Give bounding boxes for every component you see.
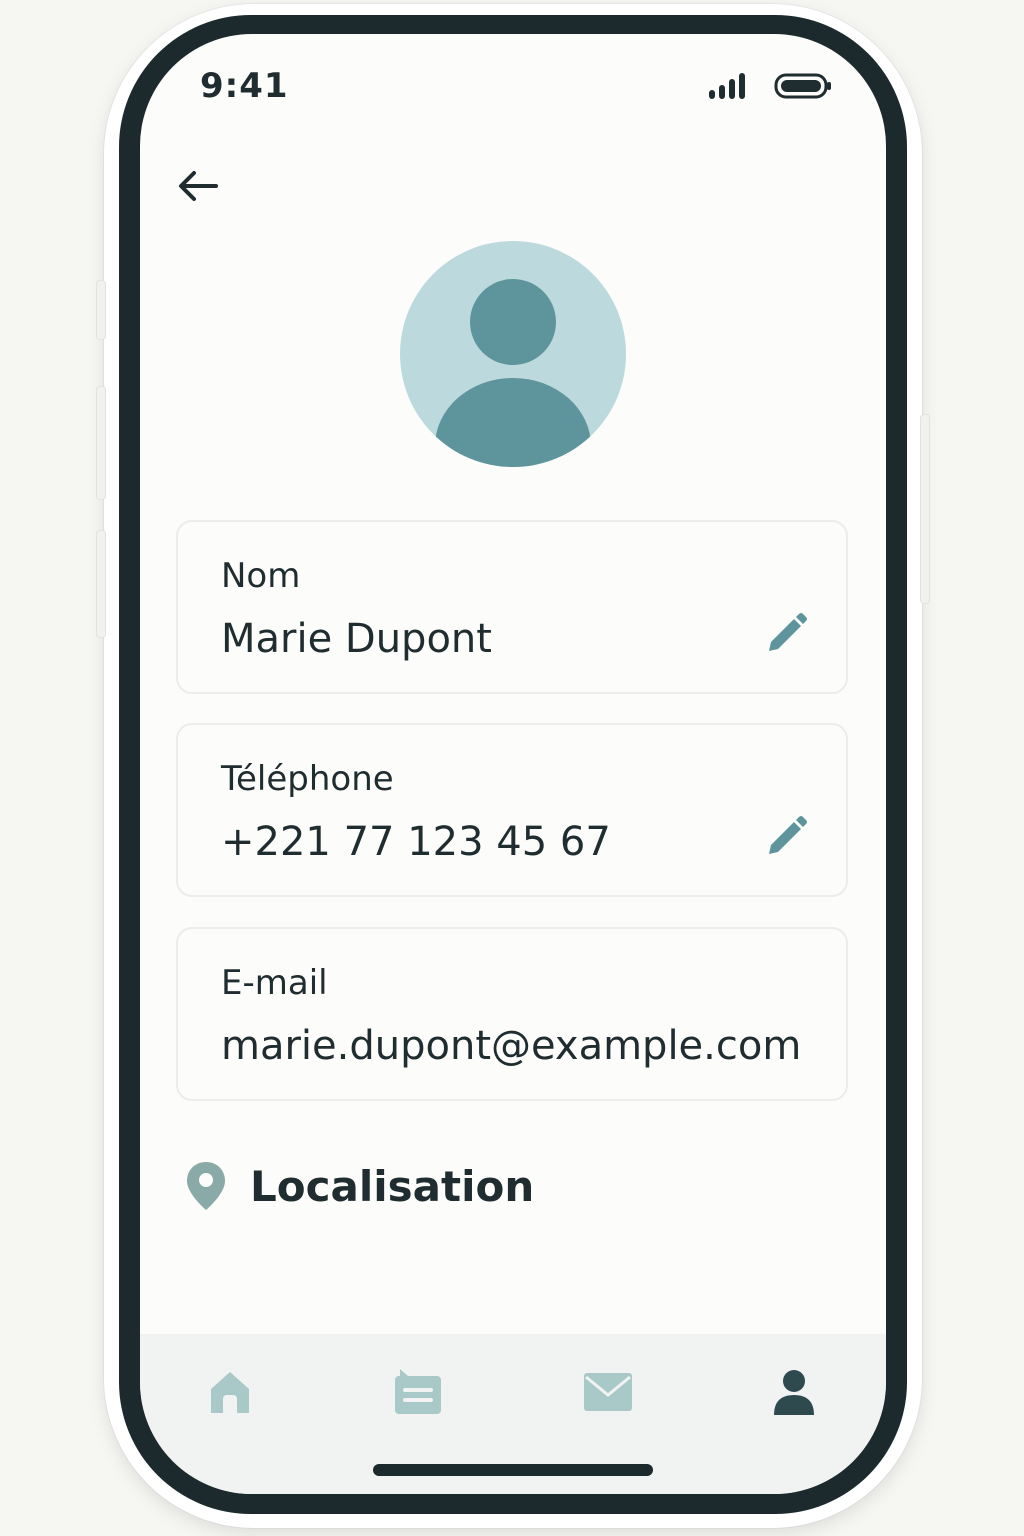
messages-icon: [395, 1369, 441, 1414]
arrow-left-icon: [179, 171, 218, 201]
map-pin-icon: [187, 1162, 225, 1210]
screen: 9:41 Nom Marie Dupont Téléphone +221 77 …: [140, 34, 886, 1494]
location-row[interactable]: Localisation: [184, 1160, 534, 1212]
name-label: Nom: [221, 556, 301, 596]
power-button: [920, 414, 930, 604]
home-icon: [211, 1372, 249, 1413]
phone-field-card: Téléphone +221 77 123 45 67: [176, 723, 848, 897]
status-time: 9:41: [200, 66, 289, 106]
email-label: E-mail: [221, 963, 328, 1003]
nav-messages[interactable]: [388, 1362, 448, 1422]
pencil-icon: [769, 613, 807, 651]
phone-value: +221 77 123 45 67: [221, 819, 611, 865]
volume-up-button: [96, 386, 106, 500]
nav-profile[interactable]: [764, 1362, 824, 1422]
email-field-card: E-mail marie.dupont@example.com: [176, 927, 848, 1101]
edit-phone-button[interactable]: [762, 811, 812, 861]
mute-switch: [96, 280, 106, 340]
name-value: Marie Dupont: [221, 616, 492, 662]
nav-home[interactable]: [200, 1362, 260, 1422]
nav-mail[interactable]: [578, 1362, 638, 1422]
name-field-card: Nom Marie Dupont: [176, 520, 848, 694]
volume-down-button: [96, 530, 106, 638]
email-value: marie.dupont@example.com: [221, 1023, 802, 1069]
signal-icon: [709, 73, 745, 99]
battery-icon: [774, 73, 831, 99]
pencil-icon: [769, 816, 807, 854]
location-label: Localisation: [250, 1161, 535, 1211]
home-indicator: [373, 1464, 653, 1476]
mail-icon: [584, 1373, 632, 1411]
phone-label: Téléphone: [221, 759, 394, 799]
edit-name-button[interactable]: [762, 608, 812, 658]
profile-icon: [774, 1370, 814, 1415]
back-button[interactable]: [170, 158, 226, 214]
user-avatar-icon: [400, 241, 626, 467]
